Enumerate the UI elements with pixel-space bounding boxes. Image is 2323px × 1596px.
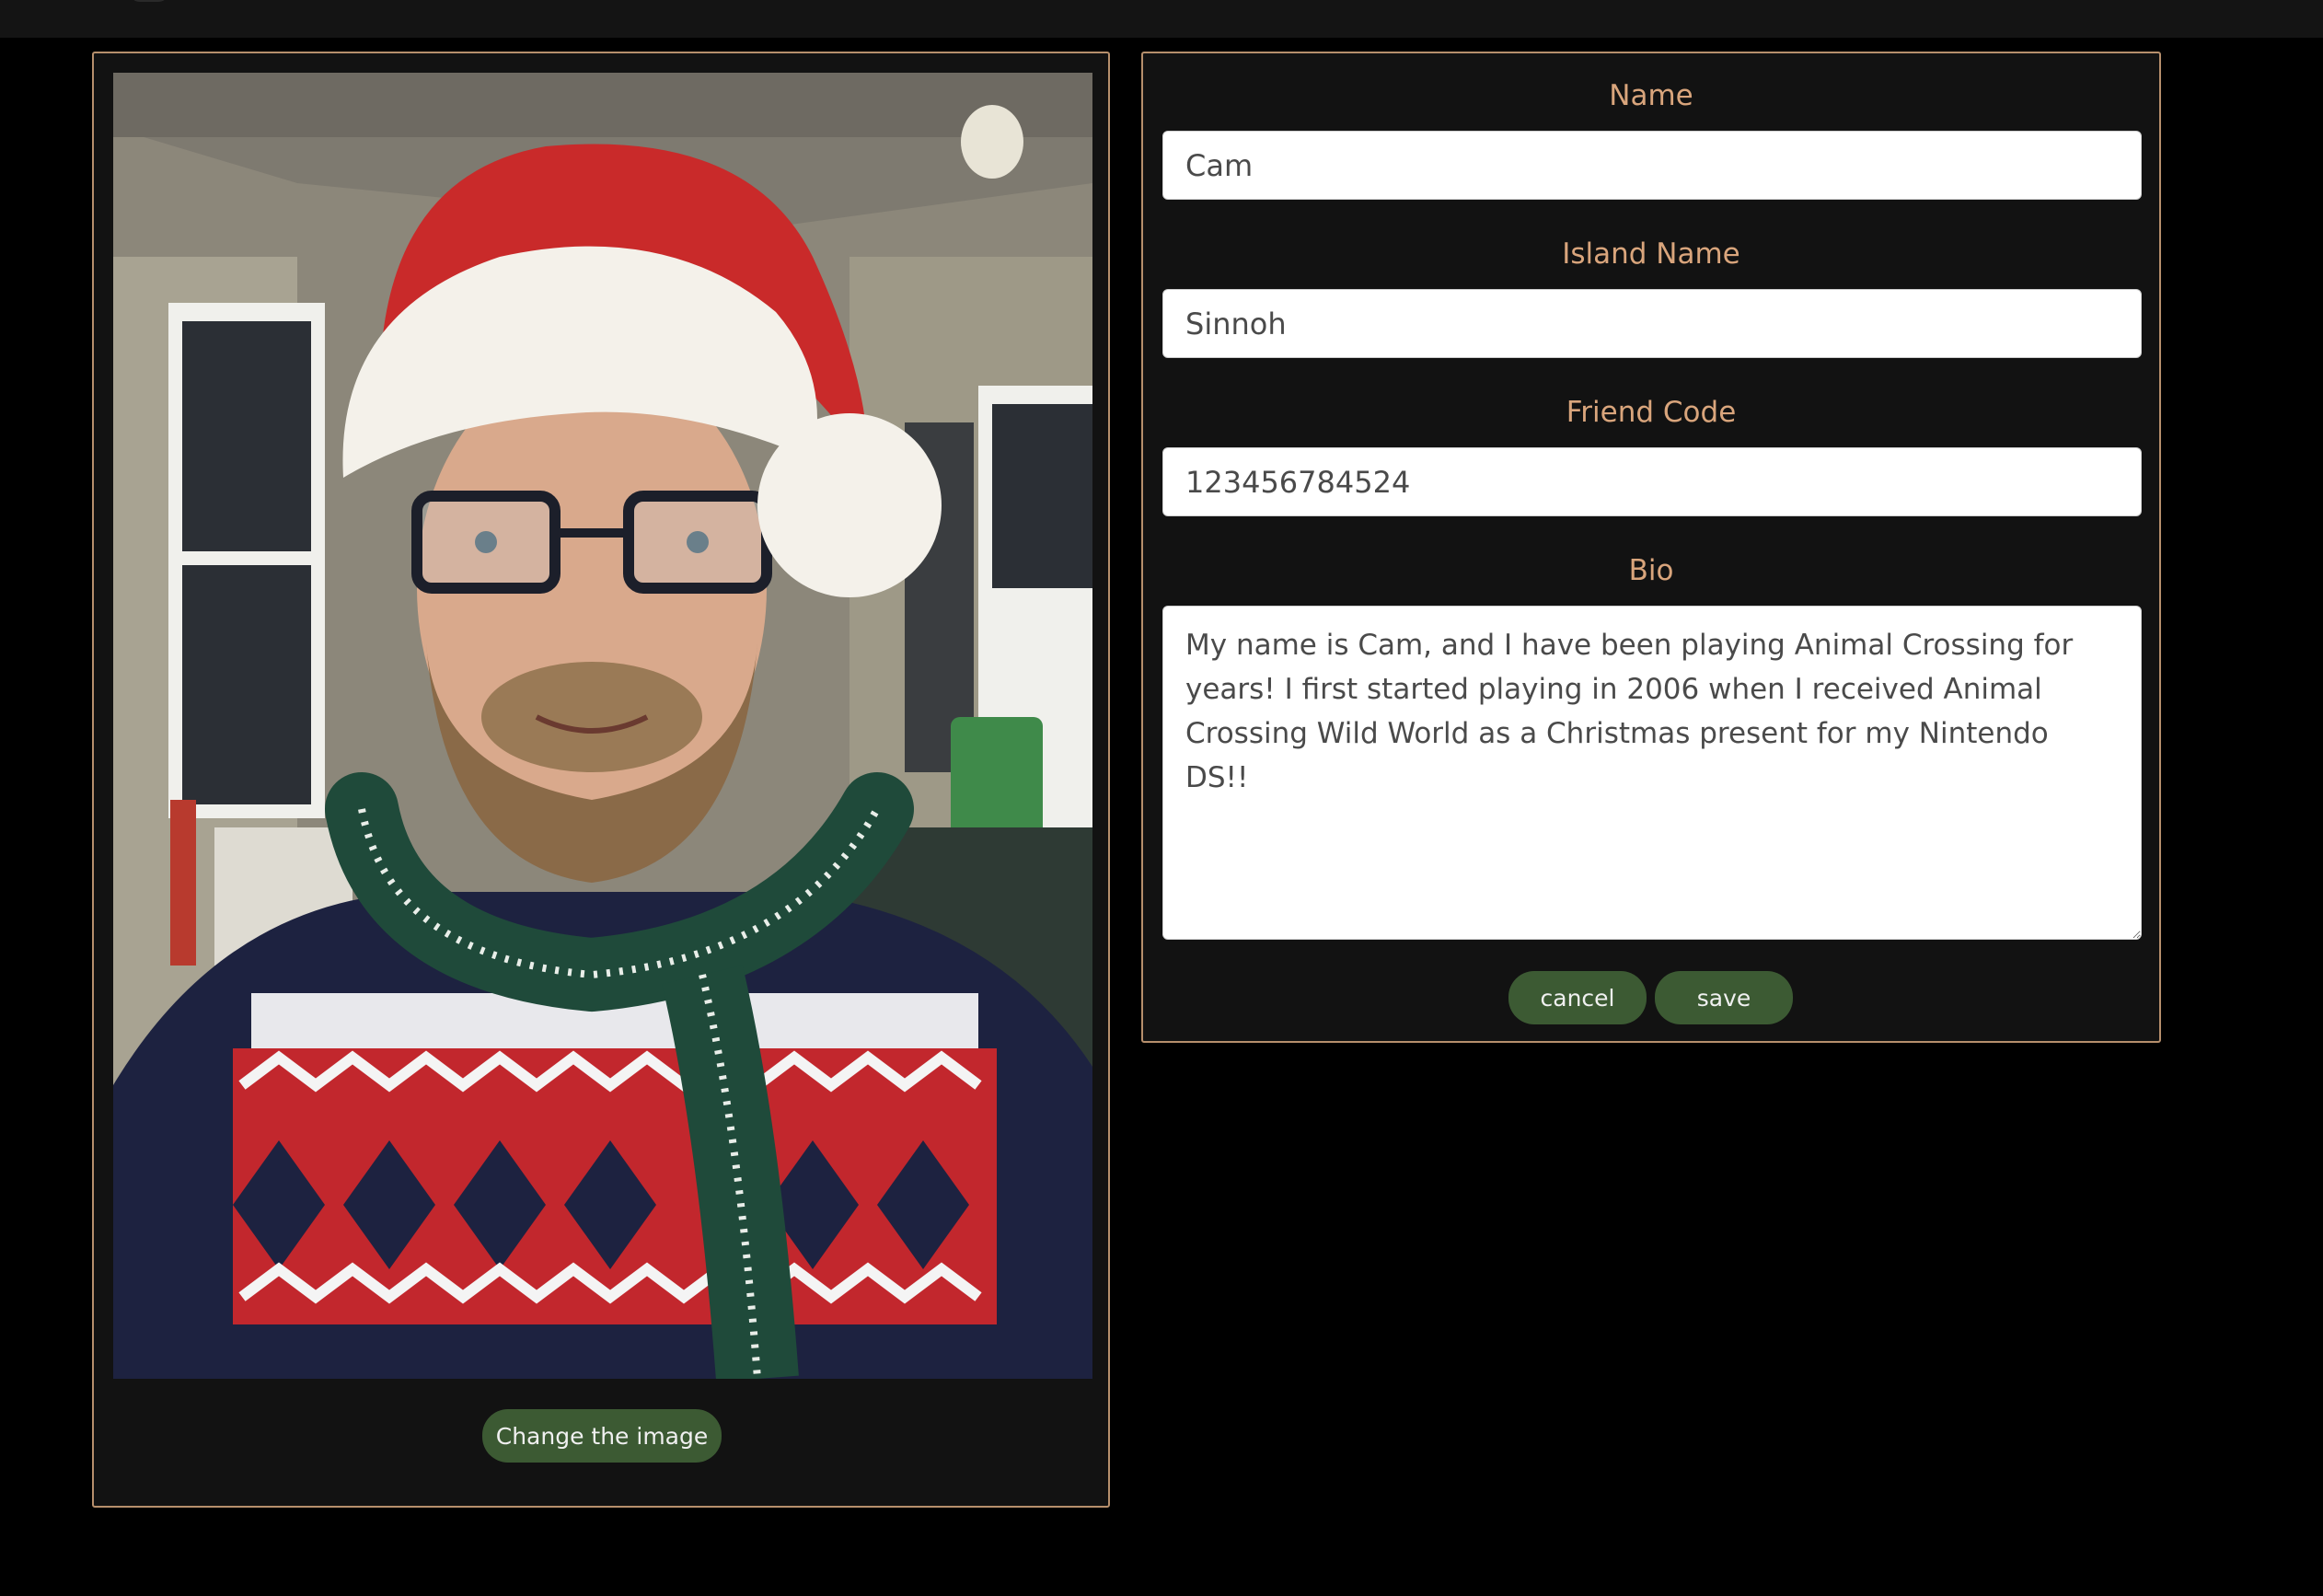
- nav-avatar-edge[interactable]: [129, 0, 169, 2]
- save-button[interactable]: save: [1655, 971, 1793, 1024]
- name-input[interactable]: [1162, 131, 2142, 200]
- profile-photo-illustration: [113, 73, 1092, 1379]
- bio-label: Bio: [1628, 554, 1674, 587]
- profile-edit-form: Name Island Name Friend Code Bio My name…: [1141, 52, 2161, 1043]
- friend-code-label: Friend Code: [1566, 396, 1737, 429]
- top-nav-bar: [0, 0, 2323, 38]
- island-name-label: Island Name: [1562, 237, 1740, 271]
- profile-photo: [113, 73, 1092, 1379]
- profile-image-card: Change the image: [92, 52, 1110, 1508]
- name-label: Name: [1609, 79, 1693, 112]
- change-image-button[interactable]: Change the image: [482, 1409, 722, 1463]
- friend-code-input[interactable]: [1162, 447, 2142, 516]
- island-name-input[interactable]: [1162, 289, 2142, 358]
- bio-textarea[interactable]: My name is Cam, and I have been playing …: [1162, 606, 2142, 940]
- cancel-button[interactable]: cancel: [1508, 971, 1647, 1024]
